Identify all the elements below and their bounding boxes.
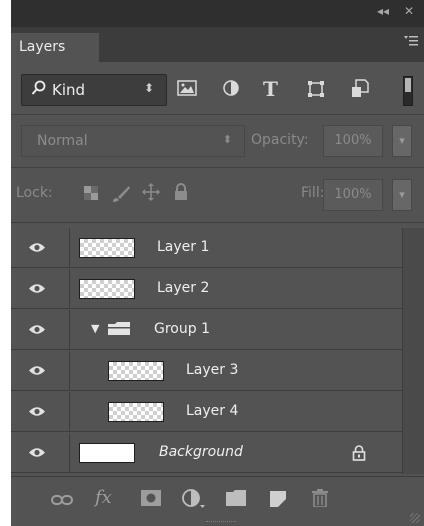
layer-row[interactable]: Layer 4 [11, 392, 402, 432]
resize-handle[interactable] [410, 513, 420, 523]
panel-bottom-bar: fx [11, 476, 424, 526]
filter-kind-label: Kind [52, 81, 86, 99]
fill-dropdown-button[interactable]: ▾ [392, 179, 412, 211]
group-expand-icon[interactable]: ▼ [91, 322, 99, 335]
layer-row[interactable]: Layer 1 [11, 228, 402, 268]
fx-icon[interactable]: fx [95, 487, 112, 508]
visibility-toggle[interactable] [11, 269, 70, 308]
link-layers-icon[interactable] [51, 491, 73, 510]
opacity-label: Opacity: [251, 132, 309, 148]
new-group-icon[interactable] [226, 490, 246, 510]
layer-thumbnail [79, 443, 135, 463]
image-filter-icon[interactable] [177, 80, 197, 100]
opacity-input[interactable]: 100% [323, 125, 383, 157]
shape-filter-icon[interactable] [307, 80, 325, 102]
eye-icon [29, 325, 45, 334]
visibility-toggle[interactable] [11, 351, 70, 390]
visibility-toggle[interactable] [11, 433, 70, 472]
eye-icon [29, 448, 45, 457]
visibility-toggle[interactable] [11, 228, 70, 267]
panel-menu-icon[interactable] [404, 35, 418, 51]
lock-row: Lock: Fill: 100% ▾ [11, 168, 424, 223]
layer-thumbnail [108, 361, 164, 381]
folder-icon [107, 321, 131, 341]
lock-transparent-icon[interactable] [84, 185, 98, 204]
blend-mode-value: Normal [37, 133, 88, 149]
layer-mask-icon[interactable] [141, 490, 161, 510]
type-filter-icon[interactable]: T [263, 77, 278, 101]
visibility-toggle[interactable] [11, 392, 70, 431]
lock-all-icon[interactable] [174, 183, 188, 205]
layer-row[interactable]: Layer 2 [11, 269, 402, 309]
blend-row: Normal ⬍ Opacity: 100% ▾ [11, 115, 424, 168]
select-arrows-icon: ⬍ [222, 133, 232, 146]
new-layer-icon[interactable] [269, 490, 287, 512]
visibility-toggle[interactable] [11, 310, 70, 349]
layer-name[interactable]: Layer 3 [186, 362, 238, 378]
layer-row[interactable]: Layer 3 [11, 351, 402, 391]
collapse-panel-icon[interactable]: ◂◂ [377, 4, 389, 18]
layers-list: Layer 1 Layer 2 ▼ Group 1 Layer 3 Layer … [11, 228, 424, 474]
background-layer-row[interactable]: Background [11, 433, 402, 473]
lock-position-icon[interactable] [142, 183, 160, 205]
toggle-knob [405, 78, 411, 92]
panel-tab-bar: Layers [11, 27, 424, 62]
layer-name[interactable]: Layer 1 [157, 239, 209, 255]
opacity-dropdown-button[interactable]: ▾ [392, 125, 412, 157]
filter-row: Kind ⬍ T [11, 62, 424, 115]
eye-icon [29, 284, 45, 293]
layer-thumbnail [79, 238, 135, 258]
blend-mode-select[interactable]: Normal ⬍ [21, 125, 245, 157]
panel-grip-handle[interactable] [206, 521, 236, 526]
layers-scrollbar[interactable] [402, 228, 424, 474]
layer-thumbnail [108, 402, 164, 422]
layer-thumbnail [79, 279, 135, 299]
layer-lock-icon [352, 445, 366, 465]
eye-icon [29, 366, 45, 375]
adjustment-layer-icon[interactable] [182, 489, 206, 513]
eye-icon [29, 407, 45, 416]
lock-label: Lock: [16, 185, 53, 201]
layer-name[interactable]: Background [159, 444, 243, 460]
close-panel-icon[interactable]: ✕ [404, 4, 414, 18]
group-name[interactable]: Group 1 [154, 321, 210, 337]
layers-panel: ◂◂ ✕ Layers Kind ⬍ T Normal ⬍ Opacity: 1… [11, 0, 424, 526]
search-icon [31, 80, 47, 100]
smart-object-filter-icon[interactable] [351, 79, 369, 102]
layer-name[interactable]: Layer 2 [157, 280, 209, 296]
layer-name[interactable]: Layer 4 [186, 403, 238, 419]
adjustment-filter-icon[interactable] [223, 80, 239, 100]
trash-icon[interactable] [312, 489, 328, 511]
group-row[interactable]: ▼ Group 1 [11, 310, 402, 350]
lock-image-icon[interactable] [111, 185, 131, 207]
fill-input[interactable]: 100% [323, 179, 383, 211]
filter-kind-select[interactable]: Kind ⬍ [21, 74, 167, 106]
panel-title-bar: ◂◂ ✕ [11, 0, 424, 27]
select-arrows-icon: ⬍ [143, 81, 154, 95]
eye-icon [29, 243, 45, 252]
fill-label: Fill: [301, 185, 325, 201]
tab-layers[interactable]: Layers [11, 33, 99, 62]
filter-toggle-switch[interactable] [403, 76, 413, 106]
